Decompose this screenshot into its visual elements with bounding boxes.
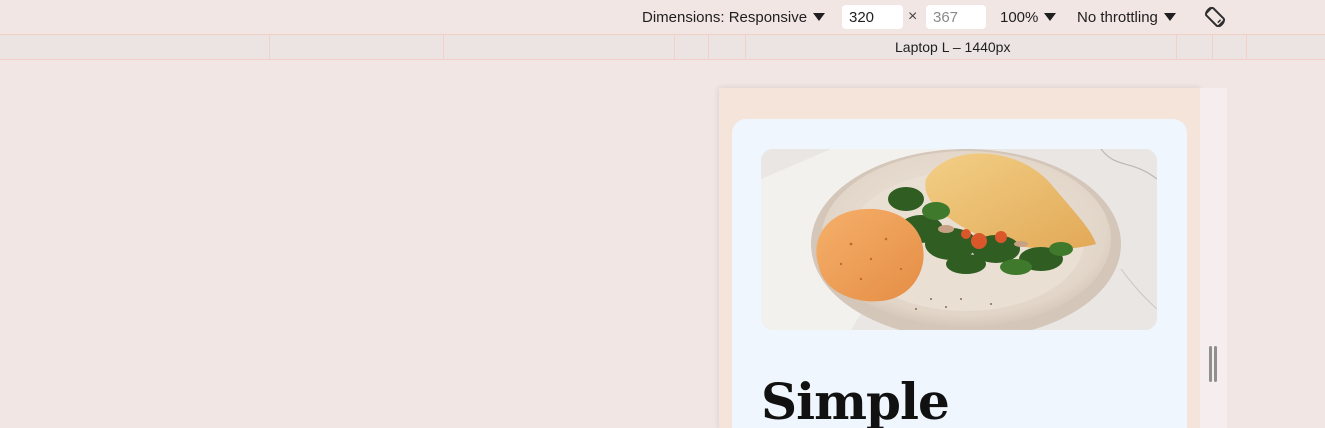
- media-query-label: Laptop L – 1440px: [895, 39, 1011, 55]
- recipe-title: Simple: [761, 372, 950, 428]
- rotate-device-icon[interactable]: [1202, 4, 1228, 30]
- grip-line: [1214, 346, 1217, 382]
- times-icon: ×: [908, 8, 918, 25]
- chevron-down-icon: [1044, 13, 1057, 21]
- height-input[interactable]: [926, 5, 986, 29]
- mq-label-container: Laptop L – 1440px: [0, 35, 1325, 59]
- recipe-card: Simple: [732, 119, 1187, 428]
- throttling-dropdown[interactable]: No throttling: [1077, 0, 1176, 34]
- resize-handle[interactable]: [1200, 88, 1227, 428]
- chevron-down-icon: [813, 13, 826, 21]
- dimensions-label: Dimensions: Responsive: [642, 8, 808, 26]
- dimensions-dropdown[interactable]: Dimensions: Responsive: [642, 0, 826, 34]
- device-toolbar: Dimensions: Responsive × 100% No throttl…: [0, 0, 1325, 34]
- chevron-down-icon: [1163, 13, 1176, 21]
- recipe-image: [761, 149, 1157, 330]
- crepe-dish-photo: [761, 149, 1157, 330]
- device-viewport[interactable]: Simple: [719, 88, 1200, 428]
- throttling-label: No throttling: [1077, 8, 1158, 26]
- width-input[interactable]: [842, 5, 903, 29]
- grip-line: [1209, 346, 1212, 382]
- zoom-label: 100%: [1000, 8, 1039, 26]
- zoom-dropdown[interactable]: 100%: [1000, 0, 1057, 34]
- media-query-bar[interactable]: Laptop L – 1440px: [0, 34, 1325, 60]
